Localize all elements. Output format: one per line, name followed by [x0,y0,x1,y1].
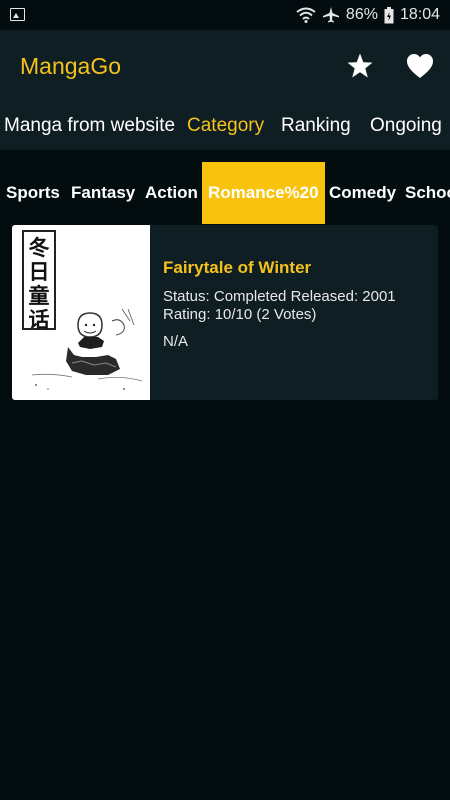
tab-manga-from-website[interactable]: Manga from website [4,115,175,137]
genre-action[interactable]: Action [145,162,198,224]
status-icons: 86% 18:04 [296,5,440,25]
app-bar: MangaGo [0,30,450,102]
genre-tabs: Sports Fantasy Action Romance%20 Comedy … [0,162,450,224]
manga-rating: Rating: 10/10 (2 Votes) [163,306,317,323]
tab-ongoing[interactable]: Ongoing [370,115,442,137]
genre-sports[interactable]: Sports [6,162,60,224]
favorites-button[interactable] [344,50,376,82]
tab-category[interactable]: Category [187,115,264,137]
manga-extra: N/A [163,333,189,350]
battery-level: 86% [345,6,378,23]
cover-illustration [31,308,143,390]
airplane-icon [322,7,339,23]
genre-romance[interactable]: Romance%20 [202,162,325,224]
genre-comedy[interactable]: Comedy [329,162,396,224]
star-icon [347,53,373,78]
manga-title: Fairytale of Winter [163,258,312,277]
wifi-icon [296,7,316,23]
app-title: MangaGo [20,53,122,79]
heart-icon [407,54,433,78]
likes-button[interactable] [404,50,436,82]
status-bar: 86% 18:04 [0,0,450,30]
clock: 18:04 [399,6,440,23]
genre-school[interactable]: Schoo [405,162,450,224]
main-tabs: Manga from website Category Ranking Ongo… [0,102,450,150]
manga-card[interactable]: 冬 日 童 话 Fairytale of Winter Status: Comp… [12,225,438,400]
manga-cover: 冬 日 童 话 [12,225,150,400]
gallery-icon [10,8,25,21]
tab-ranking[interactable]: Ranking [281,115,351,137]
genre-fantasy[interactable]: Fantasy [71,162,135,224]
manga-status: Status: Completed Released: 2001 [163,288,396,305]
battery-icon [384,6,394,23]
